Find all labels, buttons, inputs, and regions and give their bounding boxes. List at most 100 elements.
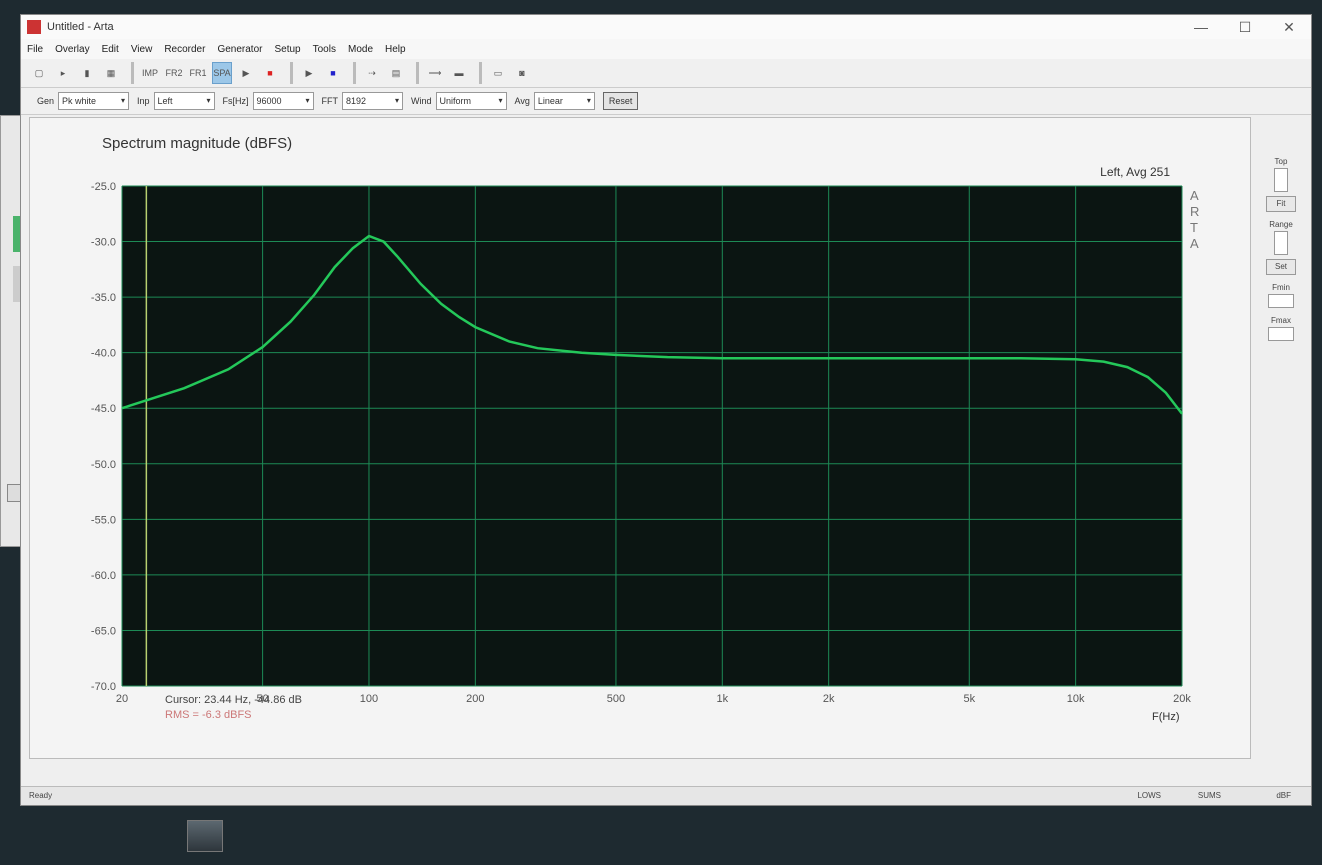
battery-icon[interactable]: ▬ xyxy=(449,62,469,84)
watermark-letter: T xyxy=(1190,220,1198,235)
top-label: Top xyxy=(1274,157,1288,166)
menu-overlay[interactable]: Overlay xyxy=(55,44,89,55)
imp-mode-button[interactable]: IMP xyxy=(140,62,160,84)
fs-select[interactable]: 96000 xyxy=(252,92,314,110)
monitor-icon[interactable]: ▭ xyxy=(488,62,508,84)
status-lows: LOWS xyxy=(1137,791,1161,800)
fmax-spinner[interactable] xyxy=(1268,327,1294,341)
table-icon[interactable]: ▤ xyxy=(386,62,406,84)
arta-window: Untitled - Arta — ☐ ✕ File Overlay Edit … xyxy=(20,14,1312,806)
y-tick-label: -55.0 xyxy=(91,514,116,526)
y-tick-label: -60.0 xyxy=(91,570,116,582)
fmin-spinner[interactable] xyxy=(1268,294,1294,308)
menu-generator[interactable]: Generator xyxy=(217,44,262,55)
record-icon[interactable]: ■ xyxy=(260,62,280,84)
settings-toolbar: Gen Pk white Inp Left Fs[Hz] 96000 FFT 8… xyxy=(21,88,1311,115)
link-icon[interactable]: ⟶ xyxy=(425,62,445,84)
cursor-readout: Cursor: 23.44 Hz, -44.86 dB xyxy=(165,694,302,706)
watermark-letter: A xyxy=(1190,236,1199,251)
status-text: Ready xyxy=(29,791,53,800)
app-icon xyxy=(27,20,41,34)
stop-icon[interactable]: ■ xyxy=(323,62,343,84)
y-tick-label: -45.0 xyxy=(91,403,116,415)
menu-bar: File Overlay Edit View Recorder Generato… xyxy=(21,39,1311,59)
channel-avg-label: Left, Avg 251 xyxy=(1100,165,1170,179)
watermark-letter: R xyxy=(1190,204,1199,219)
grid-icon[interactable]: ▦ xyxy=(101,62,121,84)
arta-watermark: ARTA xyxy=(1190,188,1199,251)
set-button[interactable]: Set xyxy=(1266,259,1296,275)
main-toolbar: ▢ ▸ ▮ ▦ IMP FR2 FR1 SPA ▶ ■ ▶ ■ ⇢ ▤ ⟶ ▬ … xyxy=(21,59,1311,88)
chart-title: Spectrum magnitude (dBFS) xyxy=(102,135,292,152)
spa-mode-button[interactable]: SPA xyxy=(212,62,232,84)
y-tick-label: -30.0 xyxy=(91,237,116,249)
gen-label: Gen xyxy=(37,96,55,106)
top-spinner[interactable] xyxy=(1274,168,1288,192)
x-tick-label: 20 xyxy=(116,693,128,705)
desktop-icon[interactable] xyxy=(175,820,235,855)
menu-view[interactable]: View xyxy=(131,44,153,55)
title-bar: Untitled - Arta — ☐ ✕ xyxy=(21,15,1311,39)
open-icon[interactable]: ▸ xyxy=(53,62,73,84)
range-spinner[interactable] xyxy=(1274,231,1288,255)
fmin-label: Fmin xyxy=(1272,283,1290,292)
x-tick-label: 5k xyxy=(963,693,975,705)
reset-button[interactable]: Reset xyxy=(602,92,639,110)
x-tick-label: 10k xyxy=(1067,693,1085,705)
spectrum-chart[interactable]: Spectrum magnitude (dBFS) Left, Avg 251 … xyxy=(30,118,1250,758)
play-icon[interactable]: ▶ xyxy=(236,62,256,84)
inp-select[interactable]: Left xyxy=(153,92,215,110)
wind-label: Wind xyxy=(411,96,432,106)
run-icon[interactable]: ▶ xyxy=(299,62,319,84)
new-icon[interactable]: ▢ xyxy=(29,62,49,84)
y-tick-label: -70.0 xyxy=(91,681,116,693)
wind-select[interactable]: Uniform xyxy=(435,92,507,110)
x-tick-label: 20k xyxy=(1173,693,1191,705)
menu-mode[interactable]: Mode xyxy=(348,44,373,55)
window-title: Untitled - Arta xyxy=(47,21,114,33)
plot-background xyxy=(122,186,1182,686)
x-tick-label: 1k xyxy=(716,693,728,705)
watermark-letter: A xyxy=(1190,188,1199,203)
x-tick-label: 100 xyxy=(360,693,378,705)
rms-readout: RMS = -6.3 dBFS xyxy=(165,709,252,721)
gen-select[interactable]: Pk white xyxy=(58,92,130,110)
x-tick-label: 500 xyxy=(607,693,625,705)
fmax-label: Fmax xyxy=(1271,316,1291,325)
toolbar-separator xyxy=(290,62,293,84)
y-tick-labels: -25.0 -30.0 -35.0 -40.0 -45.0 -50.0 -55.0 -60.0… xyxy=(91,181,116,693)
fs-label: Fs[Hz] xyxy=(222,96,249,106)
fr1-mode-button[interactable]: FR1 xyxy=(188,62,208,84)
camera-icon[interactable]: ◙ xyxy=(512,62,532,84)
y-tick-label: -25.0 xyxy=(91,181,116,193)
fft-select[interactable]: 8192 xyxy=(342,92,404,110)
menu-file[interactable]: File xyxy=(27,44,43,55)
x-axis-label: F(Hz) xyxy=(1152,711,1180,723)
fr2-mode-button[interactable]: FR2 xyxy=(164,62,184,84)
avg-label: Avg xyxy=(514,96,530,106)
minimize-button[interactable]: — xyxy=(1179,19,1223,35)
inp-label: Inp xyxy=(137,96,150,106)
menu-recorder[interactable]: Recorder xyxy=(164,44,205,55)
toolbar-separator xyxy=(479,62,482,84)
menu-edit[interactable]: Edit xyxy=(102,44,119,55)
status-bar: Ready LOWS SUMS dBF xyxy=(21,786,1311,805)
y-tick-label: -65.0 xyxy=(91,625,116,637)
menu-help[interactable]: Help xyxy=(385,44,406,55)
file-icon xyxy=(187,820,223,852)
menu-setup[interactable]: Setup xyxy=(274,44,300,55)
fft-label: FFT xyxy=(321,96,339,106)
toolbar-separator xyxy=(416,62,419,84)
avg-select[interactable]: Linear xyxy=(533,92,595,110)
maximize-button[interactable]: ☐ xyxy=(1223,19,1267,36)
status-sums: SUMS xyxy=(1197,791,1221,800)
calibrate-icon[interactable]: ⇢ xyxy=(362,62,382,84)
y-tick-label: -50.0 xyxy=(91,459,116,471)
spectrum-plot-panel: Spectrum magnitude (dBFS) Left, Avg 251 … xyxy=(29,117,1251,759)
save-icon[interactable]: ▮ xyxy=(77,62,97,84)
menu-tools[interactable]: Tools xyxy=(313,44,336,55)
range-label: Range xyxy=(1269,220,1293,229)
close-button[interactable]: ✕ xyxy=(1267,19,1311,36)
fit-button[interactable]: Fit xyxy=(1266,196,1296,212)
x-tick-label: 200 xyxy=(466,693,484,705)
